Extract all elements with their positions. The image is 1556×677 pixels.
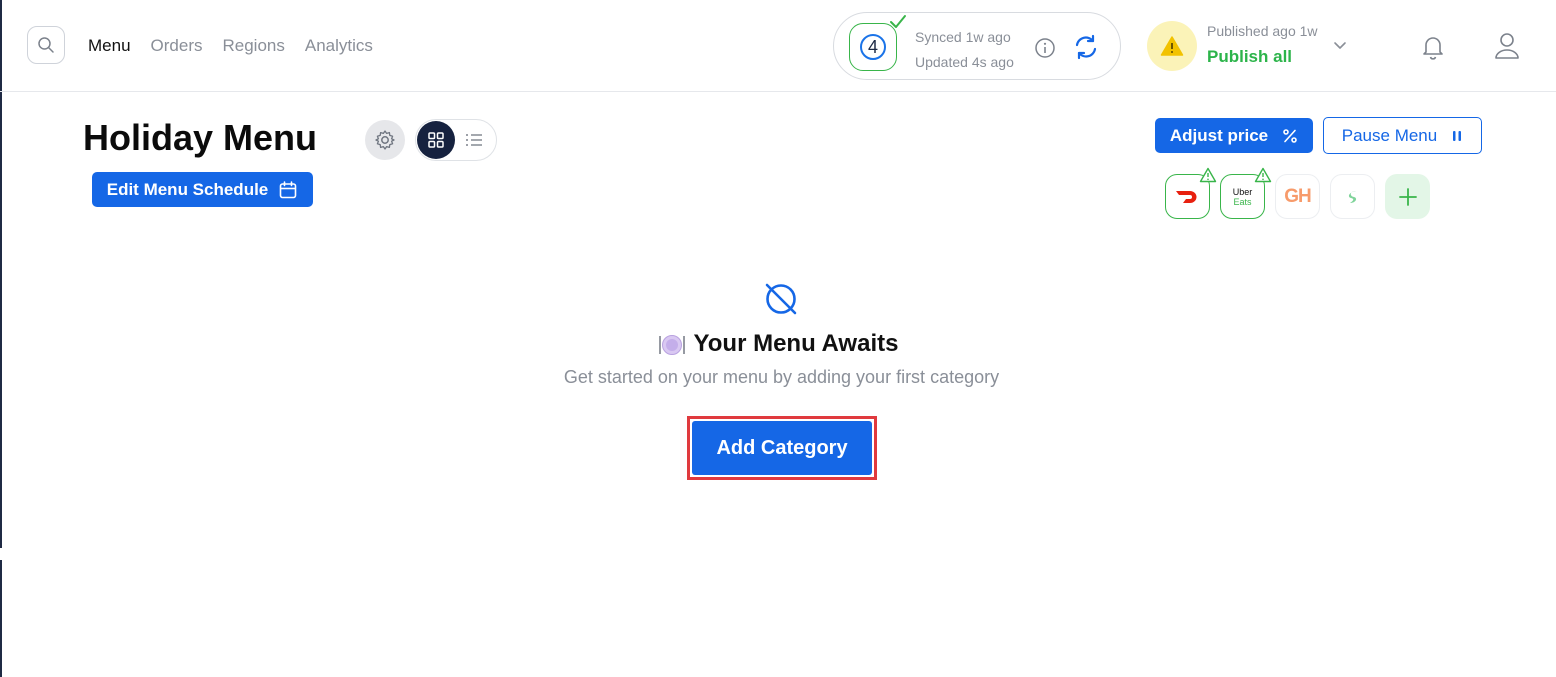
sync-status-pill: 4 Synced 1w ago Updated 4s ago <box>833 12 1121 80</box>
add-platform-button[interactable] <box>1385 174 1430 219</box>
page-title: Holiday Menu <box>83 117 318 158</box>
publish-all-button[interactable]: Publish all <box>1207 47 1292 67</box>
view-toggle <box>415 119 497 161</box>
grubhub-icon: GH <box>1284 185 1311 207</box>
pause-icon <box>1453 130 1462 141</box>
nav-item-regions[interactable]: Regions <box>223 36 285 56</box>
main-nav: Menu Orders Regions Analytics <box>88 36 373 56</box>
add-category-button[interactable]: Add Category <box>692 421 872 475</box>
platform-doordash[interactable] <box>1165 167 1217 219</box>
doordash-icon <box>1175 190 1196 203</box>
no-menu-icon <box>765 283 797 315</box>
plus-icon <box>1398 187 1417 206</box>
user-icon[interactable] <box>1494 31 1520 61</box>
published-label: Published ago 1w <box>1207 23 1318 39</box>
menu-settings-button[interactable] <box>365 120 405 160</box>
grid-icon <box>428 132 444 148</box>
publish-warning[interactable] <box>1147 21 1197 71</box>
search-button[interactable] <box>27 26 65 64</box>
refresh-icon[interactable] <box>1072 33 1100 61</box>
info-icon[interactable] <box>1034 37 1056 59</box>
empty-state-title: Your Menu Awaits <box>0 330 1556 358</box>
calendar-icon <box>279 180 297 198</box>
nav-item-orders[interactable]: Orders <box>151 36 203 56</box>
list-icon[interactable] <box>464 131 484 149</box>
gear-icon <box>375 130 395 150</box>
empty-state-title-text: Your Menu Awaits <box>693 330 899 357</box>
chevron-down-icon[interactable] <box>1332 40 1348 52</box>
bell-icon[interactable] <box>1420 33 1446 61</box>
top-bar: Menu Orders Regions Analytics 4 Synced 1… <box>0 0 1556 92</box>
nav-item-analytics[interactable]: Analytics <box>305 36 373 56</box>
updated-label: Updated 4s ago <box>915 54 1014 70</box>
sync-count: 4 <box>860 34 886 60</box>
platform-other[interactable] <box>1330 174 1375 219</box>
ubereats-word2: Eats <box>1233 196 1252 207</box>
platform-icon <box>1348 190 1356 203</box>
platform-grubhub[interactable]: GH <box>1275 174 1320 219</box>
sync-text: Synced 1w ago Updated 4s ago <box>915 25 1014 75</box>
search-icon <box>38 37 54 53</box>
synced-label: Synced 1w ago <box>915 29 1011 45</box>
pause-menu-label: Pause Menu <box>1341 125 1438 145</box>
warning-icon <box>1160 36 1184 56</box>
warning-icon <box>1254 167 1272 183</box>
nav-item-menu[interactable]: Menu <box>88 36 131 56</box>
pause-menu-button[interactable]: Pause Menu <box>1323 117 1482 154</box>
empty-state-subtitle: Get started on your menu by adding your … <box>563 367 1000 387</box>
left-edge-rule-lower <box>0 560 2 677</box>
platform-ubereats[interactable]: Uber Eats <box>1220 167 1272 219</box>
edit-menu-schedule-label: Edit Menu Schedule <box>106 179 269 199</box>
ubereats-icon: Uber Eats <box>1233 187 1253 207</box>
adjust-price-label: Adjust price <box>1169 125 1269 145</box>
percent-icon <box>1283 128 1297 143</box>
edit-menu-schedule-button[interactable]: Edit Menu Schedule <box>92 172 313 207</box>
grid-view-button[interactable] <box>417 121 455 159</box>
check-icon <box>890 15 906 28</box>
plate-icon <box>658 334 685 355</box>
warning-icon <box>1199 167 1217 183</box>
adjust-price-button[interactable]: Adjust price <box>1155 118 1313 153</box>
ubereats-word1: Uber <box>1232 186 1253 197</box>
